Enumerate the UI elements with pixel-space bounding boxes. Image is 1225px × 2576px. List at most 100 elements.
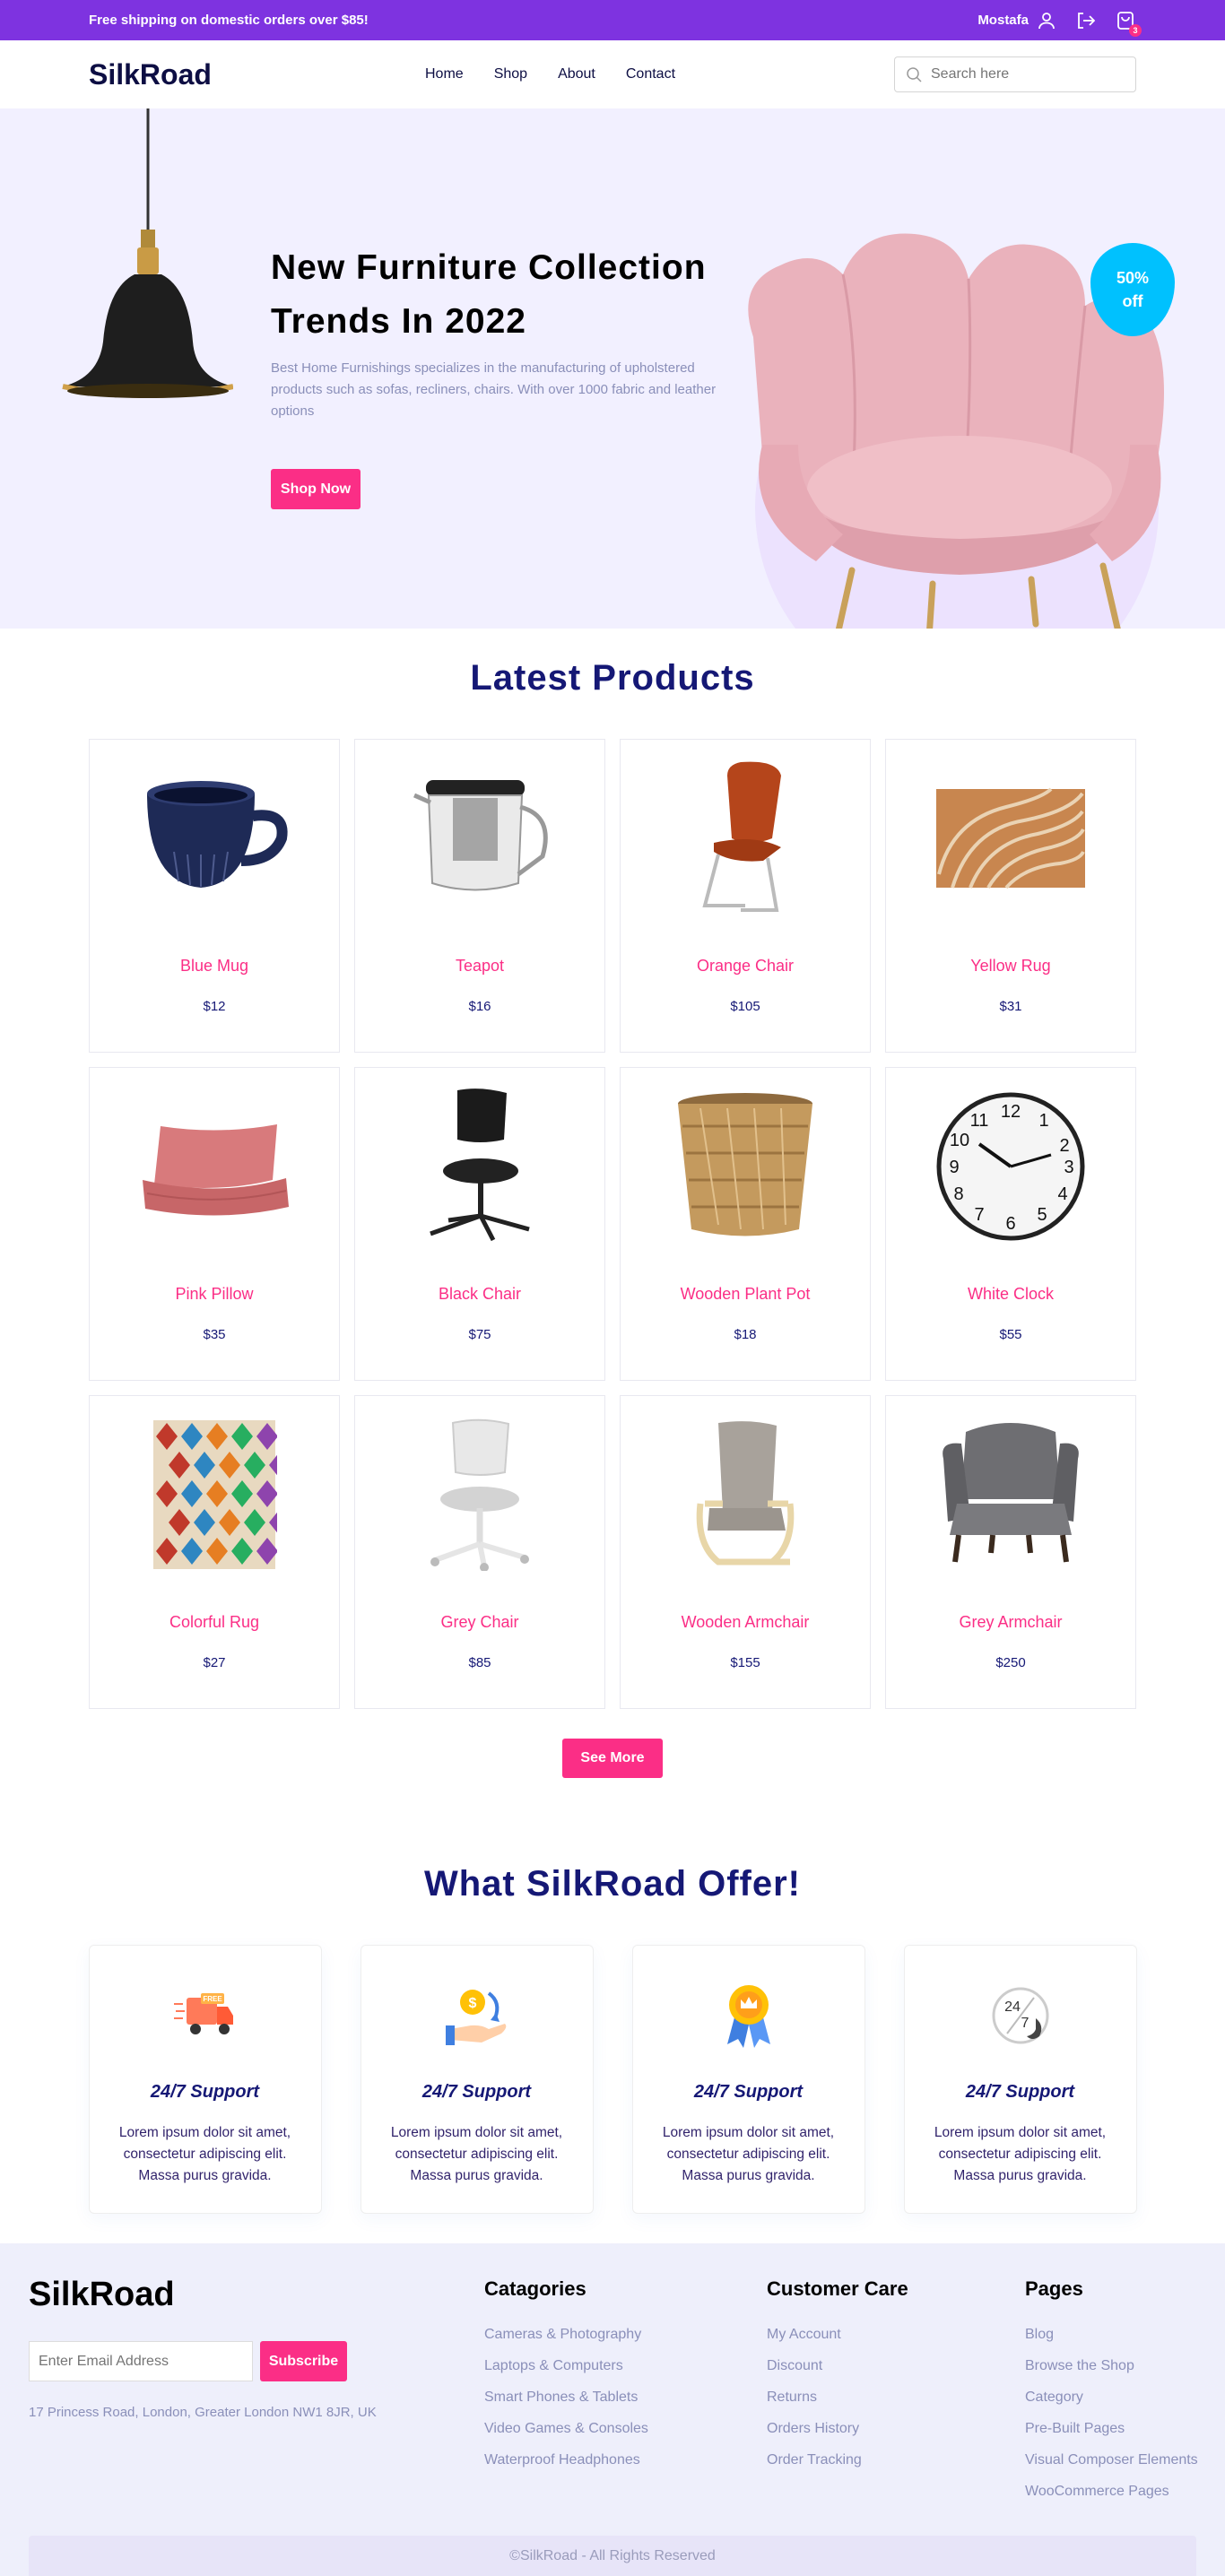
footer-col-title: Pages bbox=[1025, 2277, 1083, 2300]
teapot-image bbox=[413, 780, 548, 891]
discount-percent: 50% bbox=[1116, 269, 1150, 287]
svg-text:7: 7 bbox=[974, 1205, 984, 1225]
free-delivery-icon: FREE bbox=[173, 1993, 233, 2034]
subscribe-button[interactable]: Subscribe bbox=[260, 2341, 347, 2381]
product-price: $55 bbox=[999, 1327, 1022, 1342]
copyright-bar: ©SilkRoad - All Rights Reserved bbox=[29, 2536, 1196, 2576]
nav-link-contact[interactable]: Contact bbox=[626, 66, 675, 82]
nav-link-home[interactable]: Home bbox=[425, 66, 464, 82]
user-menu[interactable]: Mostafa bbox=[977, 12, 1056, 30]
footer-link[interactable]: Visual Composer Elements bbox=[1025, 2444, 1198, 2476]
footer-link[interactable]: Cameras & Photography bbox=[484, 2319, 648, 2350]
product-name: Colorful Rug bbox=[169, 1613, 260, 1631]
white-clock-image: 12 12 3 45 6 78 9 1011 bbox=[936, 1092, 1085, 1241]
footer-link[interactable]: Category bbox=[1025, 2381, 1198, 2413]
offer-grid: FREE 24/7 Support Lorem ipsum dolor sit … bbox=[0, 1945, 1225, 2214]
blue-mug-image bbox=[147, 781, 288, 888]
product-name: Grey Armchair bbox=[959, 1613, 1063, 1631]
product-price: $155 bbox=[730, 1655, 760, 1670]
product-name: White Clock bbox=[967, 1285, 1055, 1303]
nav-link-about[interactable]: About bbox=[558, 66, 595, 82]
product-price: $85 bbox=[468, 1655, 491, 1670]
site-logo[interactable]: SilkRoad bbox=[89, 58, 425, 91]
offer-card-title: 24/7 Support bbox=[693, 2082, 804, 2102]
user-icon bbox=[1038, 12, 1055, 29]
offer-card-title: 24/7 Support bbox=[421, 2082, 532, 2102]
product-card[interactable]: Orange Chair $105 bbox=[620, 739, 871, 1053]
footer-link[interactable]: Discount bbox=[767, 2350, 908, 2381]
footer-link[interactable]: Smart Phones & Tablets bbox=[484, 2381, 648, 2413]
pink-pillow-image bbox=[143, 1124, 289, 1216]
search-box[interactable] bbox=[894, 56, 1136, 92]
logout-icon[interactable] bbox=[1075, 11, 1095, 30]
svg-text:8: 8 bbox=[953, 1184, 963, 1204]
footer-link[interactable]: Browse the Shop bbox=[1025, 2350, 1198, 2381]
footer-address: 17 Princess Road, London, Greater London… bbox=[29, 2405, 377, 2420]
support-24-7-icon: 247 bbox=[992, 1987, 1048, 2044]
product-price: $18 bbox=[734, 1327, 757, 1342]
product-name: Pink Pillow bbox=[175, 1285, 254, 1303]
product-card[interactable]: Colorful Rug $27 bbox=[89, 1395, 340, 1709]
product-price: $75 bbox=[468, 1327, 491, 1342]
footer-link[interactable]: Order Tracking bbox=[767, 2444, 908, 2476]
grey-armchair-image bbox=[943, 1423, 1079, 1563]
cart-button[interactable]: 3 bbox=[1115, 10, 1142, 37]
product-card[interactable]: Yellow Rug $31 bbox=[885, 739, 1136, 1053]
product-price: $27 bbox=[203, 1655, 226, 1670]
footer-link[interactable]: Blog bbox=[1025, 2319, 1198, 2350]
hero-banner: New Furniture Collection Trends In 2022 … bbox=[0, 108, 1225, 629]
footer-link[interactable]: Orders History bbox=[767, 2413, 908, 2444]
product-card[interactable]: Wooden Armchair $155 bbox=[620, 1395, 871, 1709]
offer-card-title: 24/7 Support bbox=[965, 2082, 1075, 2102]
svg-text:12: 12 bbox=[1001, 1102, 1021, 1122]
product-card[interactable]: Blue Mug $12 bbox=[89, 739, 340, 1053]
footer-col-customer-care: Customer Care My Account Discount Return… bbox=[767, 2277, 908, 2476]
product-name: Blue Mug bbox=[179, 957, 249, 975]
wooden-armchair-image bbox=[696, 1421, 795, 1566]
footer-link[interactable]: Returns bbox=[767, 2381, 908, 2413]
footer-link[interactable]: Waterproof Headphones bbox=[484, 2444, 648, 2476]
svg-text:10: 10 bbox=[950, 1131, 969, 1150]
hero-title: New Furniture Collection Trends In 2022 bbox=[271, 241, 719, 349]
svg-text:4: 4 bbox=[1057, 1184, 1067, 1204]
black-chair-image bbox=[430, 1089, 530, 1242]
product-card[interactable]: Grey Chair $85 bbox=[354, 1395, 605, 1709]
email-field[interactable] bbox=[29, 2341, 253, 2381]
footer-link[interactable]: My Account bbox=[767, 2319, 908, 2350]
product-price: $16 bbox=[468, 999, 491, 1014]
footer-link[interactable]: Laptops & Computers bbox=[484, 2350, 648, 2381]
svg-text:9: 9 bbox=[949, 1158, 959, 1177]
nav-link-shop[interactable]: Shop bbox=[494, 66, 527, 82]
product-card[interactable]: Black Chair $75 bbox=[354, 1067, 605, 1381]
svg-text:2: 2 bbox=[1059, 1136, 1069, 1156]
product-name: Black Chair bbox=[438, 1285, 522, 1303]
product-price: $12 bbox=[203, 999, 226, 1014]
product-name: Grey Chair bbox=[440, 1613, 519, 1631]
footer-link[interactable]: Video Games & Consoles bbox=[484, 2413, 648, 2444]
footer-link[interactable]: Pre-Built Pages bbox=[1025, 2413, 1198, 2444]
product-card[interactable]: Grey Armchair $250 bbox=[885, 1395, 1136, 1709]
see-more-button[interactable]: See More bbox=[562, 1739, 663, 1778]
footer-link[interactable]: WooCommerce Pages bbox=[1025, 2476, 1198, 2507]
product-card[interactable]: Pink Pillow $35 bbox=[89, 1067, 340, 1381]
footer-col-title: Catagories bbox=[484, 2277, 586, 2300]
product-name: Wooden Armchair bbox=[681, 1613, 810, 1631]
offer-title: What SilkRoad Offer! bbox=[423, 1864, 802, 1904]
newsletter-form: Subscribe bbox=[29, 2341, 347, 2381]
cashback-icon: $ bbox=[445, 1990, 506, 2045]
footer-col-categories: Catagories Cameras & Photography Laptops… bbox=[484, 2277, 648, 2476]
product-price: $105 bbox=[730, 999, 760, 1014]
latest-products-title: Latest Products bbox=[470, 658, 755, 698]
wooden-plant-pot-image bbox=[678, 1093, 812, 1236]
product-card[interactable]: Wooden Plant Pot $18 bbox=[620, 1067, 871, 1381]
search-input[interactable] bbox=[931, 66, 1110, 82]
footer-logo[interactable]: SilkRoad bbox=[29, 2276, 175, 2314]
support-hours-label: 24 bbox=[1004, 1999, 1021, 2015]
product-grid: Blue Mug $12 Teapot $16 Orange Chair $10… bbox=[0, 739, 1225, 1709]
product-card[interactable]: Teapot $16 bbox=[354, 739, 605, 1053]
shop-now-button[interactable]: Shop Now bbox=[271, 469, 361, 509]
hero-title-line1: New Furniture Collection bbox=[271, 248, 707, 287]
top-bar: Free shipping on domestic orders over $8… bbox=[0, 0, 1225, 40]
shipping-message: Free shipping on domestic orders over $8… bbox=[89, 13, 369, 28]
product-card[interactable]: 12 1 2 3 4 5 6 7 8 9 10 11 White Clock $55 bbox=[885, 1067, 1136, 1381]
